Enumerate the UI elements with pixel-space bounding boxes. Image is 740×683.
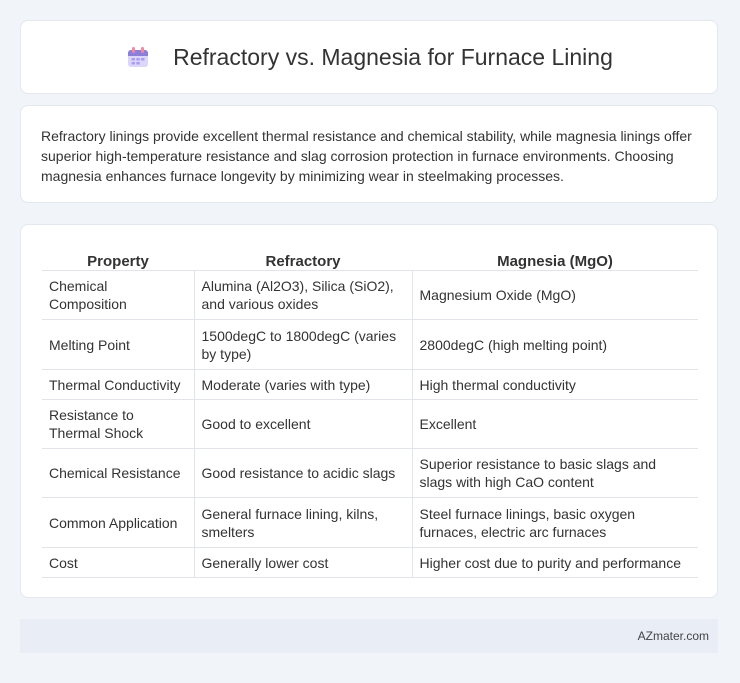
table-header-row: Property Refractory Magnesia (MgO) [42,245,698,271]
magnesia-cell: Higher cost due to purity and performanc… [412,547,698,578]
property-cell: Common Application [42,497,195,548]
table-row: Chemical Resistance Good resistance to a… [42,448,698,498]
magnesia-cell: High thermal conductivity [412,369,698,400]
table-row: Thermal Conductivity Moderate (varies wi… [42,369,698,400]
table-row: Common Application General furnace linin… [42,497,698,548]
refractory-cell: 1500degC to 1800degC (varies by type) [194,319,413,370]
refractory-cell: Moderate (varies with type) [194,369,413,400]
page-title: Refractory vs. Magnesia for Furnace Lini… [173,43,613,70]
refractory-cell: Good to excellent [194,399,413,449]
magnesia-cell: 2800degC (high melting point) [412,319,698,370]
property-cell: Chemical Resistance [42,448,195,498]
comparison-card: Property Refractory Magnesia (MgO) Chemi… [20,224,718,598]
magnesia-cell: Excellent [412,399,698,449]
intro-card: Refractory linings provide excellent the… [20,105,718,203]
refractory-cell: Generally lower cost [194,547,413,578]
table-row: Melting Point 1500degC to 1800degC (vari… [42,319,698,370]
column-header-property: Property [42,245,194,271]
property-cell: Cost [42,547,195,578]
property-cell: Chemical Composition [42,270,195,320]
refractory-cell: Good resistance to acidic slags [194,448,413,498]
title-card: Refractory vs. Magnesia for Furnace Lini… [20,20,718,94]
magnesia-cell: Superior resistance to basic slags and s… [412,448,698,498]
column-header-magnesia: Magnesia (MgO) [412,245,698,271]
property-cell: Thermal Conductivity [42,369,195,400]
table-row: Cost Generally lower cost Higher cost du… [42,547,698,578]
property-cell: Resistance to Thermal Shock [42,399,195,449]
property-cell: Melting Point [42,319,195,370]
intro-text: Refractory linings provide excellent the… [41,128,692,184]
footer: AZmater.com [20,619,718,653]
table-row: Chemical Composition Alumina (Al2O3), Si… [42,270,698,320]
magnesia-cell: Magnesium Oxide (MgO) [412,270,698,320]
footer-brand: AZmater.com [637,629,709,643]
refractory-cell: Alumina (Al2O3), Silica (SiO2), and vari… [194,270,413,320]
column-header-refractory: Refractory [194,245,412,271]
magnesia-cell: Steel furnace linings, basic oxygen furn… [412,497,698,548]
table-row: Resistance to Thermal Shock Good to exce… [42,399,698,449]
title-wrap: Refractory vs. Magnesia for Furnace Lini… [125,44,613,71]
refractory-cell: General furnace lining, kilns, smelters [194,497,413,548]
calendar-icon [128,47,149,67]
comparison-table: Property Refractory Magnesia (MgO) Chemi… [42,245,698,578]
